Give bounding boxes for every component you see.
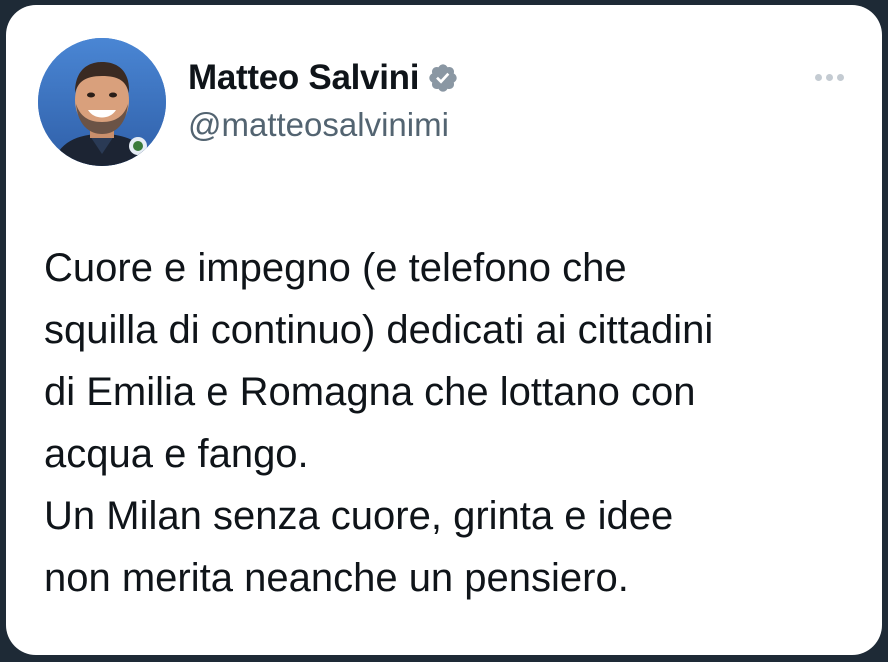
author-avatar[interactable] bbox=[38, 38, 166, 166]
more-dot bbox=[836, 73, 844, 81]
tweet-text-line: acqua e fango. bbox=[44, 432, 309, 476]
author-name[interactable]: Matteo Salvini bbox=[188, 58, 419, 98]
screenshot-frame: Matteo Salvini @matteosalvinimi Cuore e … bbox=[0, 0, 888, 662]
more-dot bbox=[825, 73, 833, 81]
tweet-text-line: non merita neanche un pensiero. bbox=[44, 556, 629, 600]
tweet-text: Cuore e impegno (e telefono che squilla … bbox=[44, 237, 864, 609]
tweet-text-line: di Emilia e Romagna che lottano con bbox=[44, 370, 696, 414]
more-options-button[interactable] bbox=[806, 63, 852, 91]
tweet-card[interactable]: Matteo Salvini @matteosalvinimi Cuore e … bbox=[6, 5, 882, 655]
author-name-row: Matteo Salvini bbox=[188, 56, 459, 100]
author-handle[interactable]: @matteosalvinimi bbox=[188, 106, 449, 144]
profile-photo-image bbox=[38, 38, 166, 166]
tweet-text-line: squilla di continuo) dedicati ai cittadi… bbox=[44, 308, 714, 352]
more-horizontal-icon bbox=[814, 73, 822, 81]
tweet-text-line: Cuore e impegno (e telefono che bbox=[44, 246, 627, 290]
verified-badge-icon bbox=[429, 64, 457, 92]
tweet-text-line: Un Milan senza cuore, grinta e idee bbox=[44, 494, 674, 538]
